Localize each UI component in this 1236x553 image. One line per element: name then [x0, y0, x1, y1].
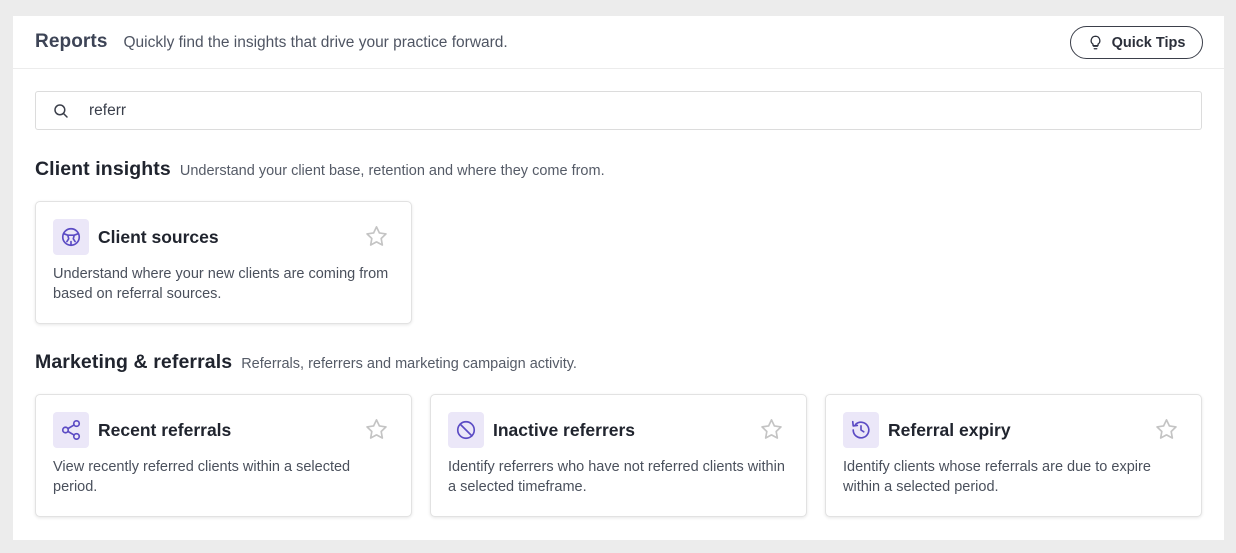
card-title: Client sources — [98, 227, 219, 247]
card-title: Referral expiry — [888, 420, 1011, 440]
card-title: Inactive referrers — [493, 420, 636, 440]
card-description: View recently referred clients within a … — [53, 459, 351, 495]
report-card-client-sources[interactable]: Client sources Understand where your new… — [35, 201, 412, 324]
card-description: Identify clients whose referrals are due… — [843, 459, 1151, 495]
history-icon — [843, 412, 879, 448]
page-subtitle: Quickly find the insights that drive you… — [123, 33, 508, 51]
favorite-star-icon[interactable] — [759, 417, 784, 442]
section-client-insights: Client insights Understand your client b… — [35, 158, 605, 181]
report-card-recent-referrals[interactable]: Recent referrals View recently referred … — [35, 394, 412, 517]
ban-icon — [448, 412, 484, 448]
section-title: Marketing & referrals — [35, 351, 233, 373]
favorite-star-icon[interactable] — [364, 417, 389, 442]
reports-panel: Reports Quickly find the insights that d… — [13, 16, 1224, 540]
search-icon — [52, 102, 70, 120]
section-title: Client insights — [35, 158, 171, 180]
page-title: Reports — [35, 31, 108, 52]
quick-tips-button[interactable]: Quick Tips — [1070, 26, 1203, 59]
section-marketing-referrals: Marketing & referrals Referrals, referre… — [35, 351, 577, 374]
favorite-star-icon[interactable] — [364, 224, 389, 249]
search-box[interactable] — [35, 91, 1202, 130]
share-icon — [53, 412, 89, 448]
section-description: Referrals, referrers and marketing campa… — [241, 356, 577, 372]
page-header: Reports Quickly find the insights that d… — [13, 16, 1224, 69]
globe-icon — [53, 219, 89, 255]
section-description: Understand your client base, retention a… — [179, 163, 605, 179]
favorite-star-icon[interactable] — [1154, 417, 1179, 442]
quick-tips-label: Quick Tips — [1111, 34, 1186, 51]
lightbulb-icon — [1090, 35, 1100, 50]
card-description: Identify referrers who have not referred… — [448, 459, 785, 495]
report-card-referral-expiry[interactable]: Referral expiry Identify clients whose r… — [825, 394, 1202, 517]
card-title: Recent referrals — [98, 420, 232, 440]
report-card-inactive-referrers[interactable]: Inactive referrers Identify referrers wh… — [430, 394, 807, 517]
card-description: Understand where your new clients are co… — [53, 266, 389, 302]
search-input[interactable] — [89, 101, 1189, 120]
